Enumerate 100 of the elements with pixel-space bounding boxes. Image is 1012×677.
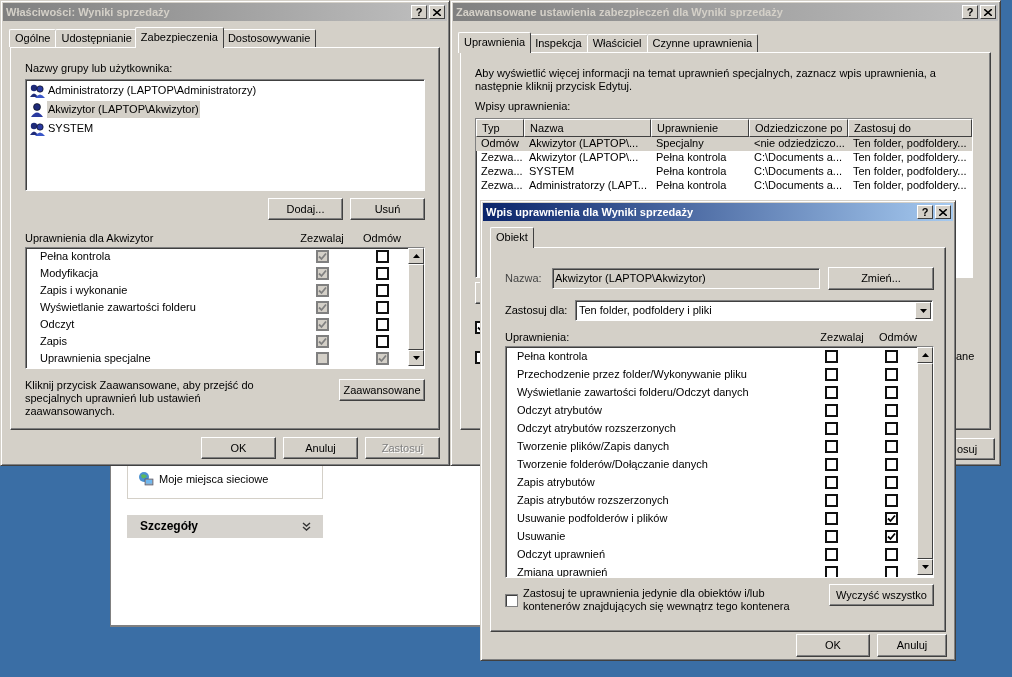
help-button[interactable]: ? <box>962 5 978 19</box>
checkbox[interactable] <box>884 475 898 489</box>
help-button[interactable]: ? <box>917 205 933 219</box>
list-item[interactable]: Administratorzy (LAPTOP\Administratorzy) <box>47 82 258 99</box>
checkbox[interactable] <box>824 529 838 543</box>
checkbox[interactable] <box>824 547 838 561</box>
tab[interactable]: Dostosowywanie <box>221 29 317 47</box>
name-field: Akwizytor (LAPTOP\Akwizytor) <box>552 268 820 289</box>
scrollbar[interactable] <box>408 248 424 366</box>
panel-header[interactable]: Szczegóły <box>127 515 323 538</box>
change-button[interactable]: Zmień... <box>828 267 934 290</box>
scroll-up-button[interactable] <box>917 347 933 363</box>
checkbox[interactable] <box>824 367 838 381</box>
tab[interactable]: Ogólne <box>9 29 57 47</box>
tab[interactable]: Uprawnienia <box>458 32 532 53</box>
table-cell-text: Zezwa... <box>480 151 524 165</box>
tab[interactable]: Inspekcja <box>529 34 588 52</box>
checkbox[interactable] <box>824 421 838 435</box>
table-row[interactable]: Zezwa... SYSTEM Pełna kontrola C:\Documents a... Ten folder, podfoldery... <box>476 165 972 179</box>
tab[interactable]: Właściciel <box>586 34 648 52</box>
checkbox[interactable] <box>375 318 389 331</box>
table-cell-text: Administratorzy (LAPT... <box>528 179 648 193</box>
table-cell-text: SYSTEM <box>528 165 576 179</box>
add-button[interactable]: Dodaj... <box>268 198 343 220</box>
ok-button[interactable]: OK <box>201 437 276 459</box>
column-header[interactable]: Zastosuj do <box>848 119 972 137</box>
cancel-button[interactable]: Anuluj <box>283 437 358 459</box>
column-header[interactable]: Typ <box>476 119 524 137</box>
checkbox[interactable] <box>375 335 389 348</box>
checkbox[interactable] <box>884 349 898 363</box>
checkbox[interactable] <box>375 284 389 297</box>
table-cell-text: Ten folder, podfoldery... <box>852 165 968 179</box>
checkbox[interactable] <box>884 421 898 435</box>
dropdown-button[interactable] <box>915 302 931 319</box>
table-row[interactable]: Zezwa... Administratorzy (LAPT... Pełna kontrola C:\Documents a... Ten folder, podfoldery... <box>476 179 972 193</box>
checkbox[interactable] <box>375 301 389 314</box>
scroll-down-button[interactable] <box>408 350 424 366</box>
cancel-button[interactable]: Anuluj <box>877 634 947 657</box>
close-button[interactable] <box>935 205 951 219</box>
checkbox[interactable] <box>884 511 898 525</box>
checkbox[interactable] <box>824 457 838 471</box>
checkbox[interactable] <box>824 475 838 489</box>
tab[interactable]: Obiekt <box>490 227 534 248</box>
advanced-button[interactable]: Zaawansowane <box>339 379 425 401</box>
network-icon <box>138 471 154 487</box>
column-header[interactable]: Odziedziczone po <box>749 119 848 137</box>
checkbox[interactable] <box>884 439 898 453</box>
close-button[interactable] <box>429 5 445 19</box>
table-row[interactable]: Odmów Akwizytor (LAPTOP\... Specjalny <nie odziedziczo... Ten folder, podfoldery... <box>476 137 972 151</box>
close-button[interactable] <box>980 5 996 19</box>
column-header: Odmów <box>878 331 918 344</box>
apply-to-select[interactable]: Ten folder, podfoldery i pliki <box>575 300 933 321</box>
clear-all-button[interactable]: Wyczyść wszystko <box>829 584 934 606</box>
scroll-thumb[interactable] <box>408 264 424 350</box>
apply-button[interactable]: osuj <box>953 438 995 460</box>
checkbox[interactable] <box>824 385 838 399</box>
checkbox[interactable] <box>824 493 838 507</box>
checkbox-label: ane <box>956 350 975 363</box>
checkbox[interactable] <box>884 493 898 507</box>
permission-name: Zmiana uprawnień <box>516 565 609 577</box>
checkbox[interactable] <box>884 547 898 561</box>
place-link[interactable]: Moje miejsca sieciowe <box>159 472 269 486</box>
checkbox[interactable] <box>375 250 389 263</box>
checkbox[interactable] <box>884 367 898 381</box>
checkbox[interactable] <box>375 267 389 280</box>
checkbox[interactable] <box>505 594 518 607</box>
permission-name: Tworzenie folderów/Dołączanie danych <box>516 457 709 471</box>
table-cell-text: Akwizytor (LAPTOP\... <box>528 151 640 165</box>
tab[interactable]: Czynne uprawnienia <box>646 34 759 52</box>
remove-button[interactable]: Usuń <box>350 198 425 220</box>
checkbox[interactable] <box>884 457 898 471</box>
permission-name: Odczyt uprawnień <box>516 547 607 561</box>
ok-button[interactable]: OK <box>796 634 870 657</box>
tab[interactable]: Udostępnianie <box>55 29 138 47</box>
checkbox[interactable] <box>824 565 838 577</box>
permission-name: Tworzenie plików/Zapis danych <box>516 439 671 453</box>
field-label: Zastosuj dla: <box>505 304 569 317</box>
column-header[interactable]: Nazwa <box>524 119 651 137</box>
column-header: Zezwalaj <box>299 232 345 245</box>
table-cell-text: Odmów <box>480 137 520 151</box>
checkbox[interactable] <box>884 565 898 577</box>
tab[interactable]: Zabezpieczenia <box>134 27 224 48</box>
checkbox[interactable] <box>824 349 838 363</box>
scroll-up-button[interactable] <box>408 248 424 264</box>
checkbox[interactable] <box>884 385 898 399</box>
chevron-icon[interactable] <box>302 522 311 531</box>
permission-name: Wyświetlanie zawartości folderu/Odczyt danych <box>516 385 750 399</box>
list-item[interactable]: Akwizytor (LAPTOP\Akwizytor) <box>47 101 200 118</box>
checkbox[interactable] <box>884 529 898 543</box>
list-item[interactable]: SYSTEM <box>47 120 95 137</box>
help-button[interactable]: ? <box>411 5 427 19</box>
table-cell-text: C:\Documents a... <box>753 165 844 179</box>
column-header[interactable]: Uprawnienie <box>651 119 749 137</box>
checkbox[interactable] <box>824 403 838 417</box>
checkbox[interactable] <box>884 403 898 417</box>
checkbox[interactable] <box>824 511 838 525</box>
scroll-down-button[interactable] <box>917 559 933 575</box>
table-row[interactable]: Zezwa... Akwizytor (LAPTOP\... Pełna kontrola C:\Documents a... Ten folder, podfoldery... <box>476 151 972 165</box>
checkbox[interactable] <box>824 439 838 453</box>
down-arrow-icon <box>921 565 929 569</box>
